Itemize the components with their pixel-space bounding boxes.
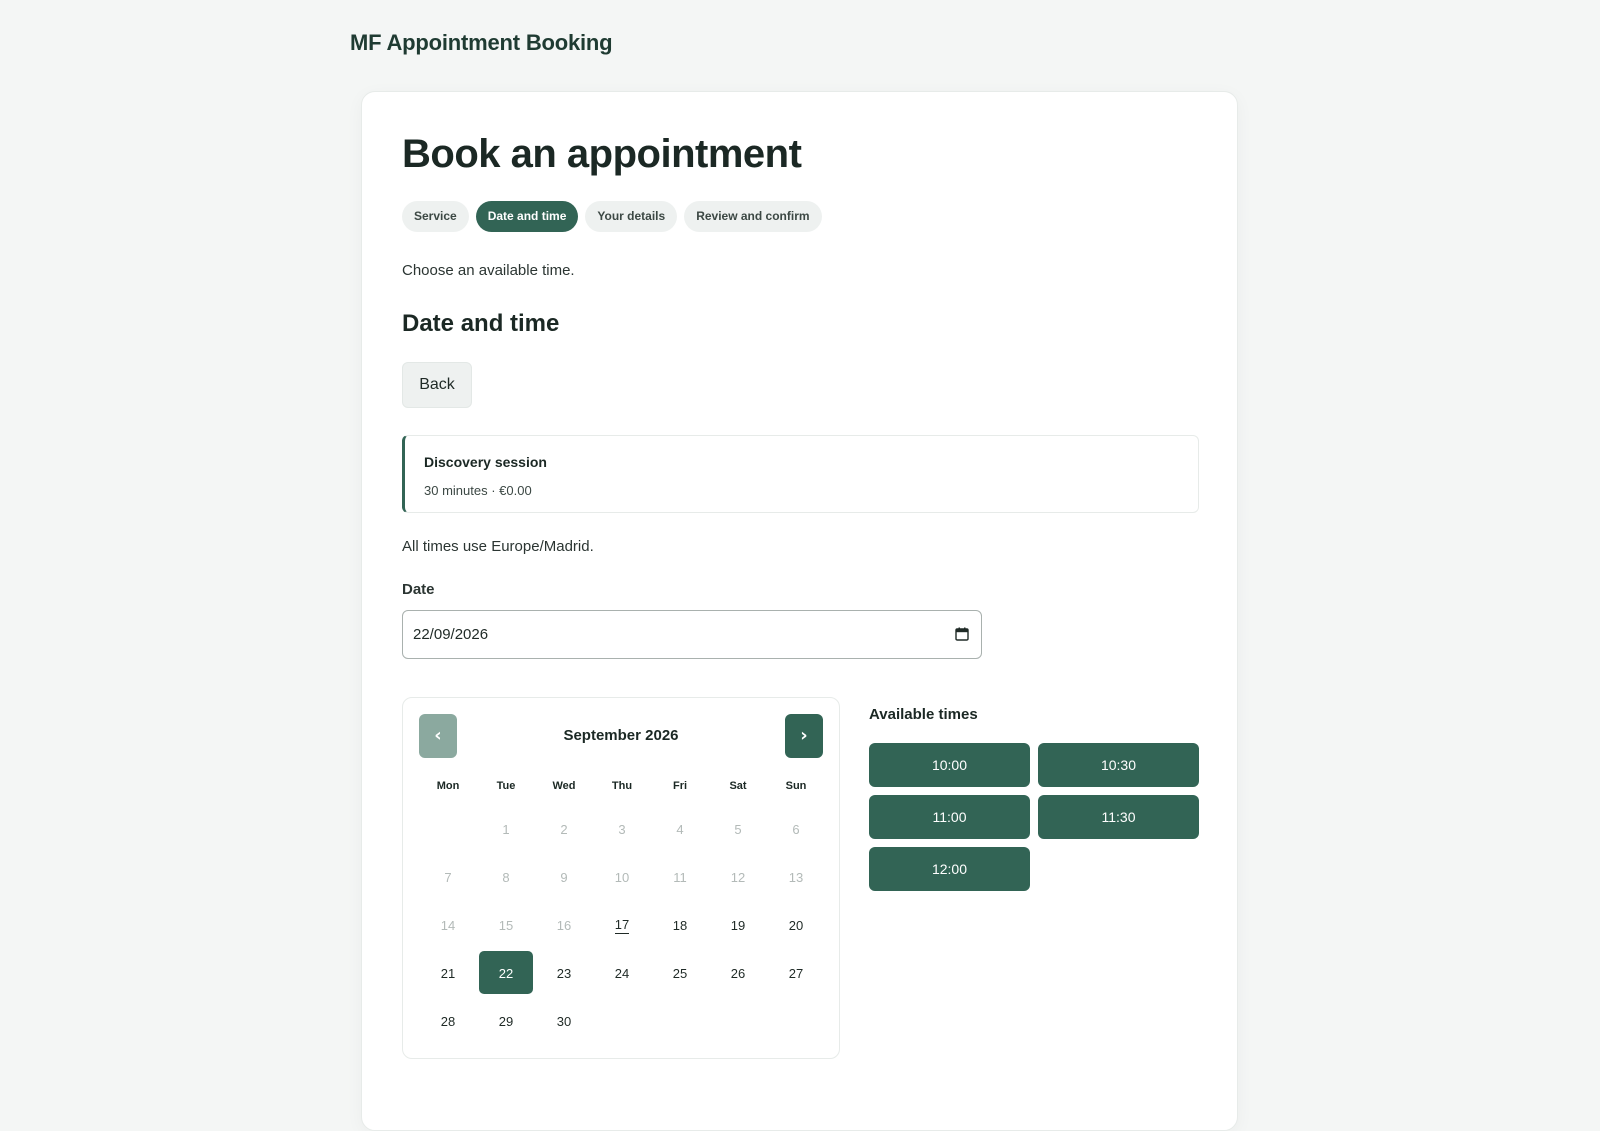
available-times-title: Available times [869,706,978,723]
calendar-day: 6 [767,805,825,853]
calendar-day-selected[interactable]: 22 [477,949,535,997]
timezone-note: All times use Europe/Madrid. [402,538,594,555]
calendar-day[interactable]: 26 [709,949,767,997]
app-brand: MF Appointment Booking [350,30,613,55]
calendar-day[interactable]: 24 [593,949,651,997]
page-title: Book an appointment [402,132,802,176]
calendar-day[interactable]: 25 [651,949,709,997]
calendar-day-label: 11 [673,869,687,885]
calendar-day-label: 26 [730,965,746,981]
calendar-weekday: Fri [672,780,688,792]
calendar-day[interactable]: 29 [477,997,535,1045]
calendar-day-label: 28 [440,1013,456,1029]
time-slot-button[interactable]: 11:00 [869,795,1030,839]
calendar-day[interactable]: 20 [767,901,825,949]
time-slot-button[interactable]: 10:30 [1038,743,1199,787]
calendar-day-label: 21 [440,965,456,981]
calendar-day-label: 30 [556,1013,572,1029]
calendar-weekday: Tue [496,780,516,792]
calendar-day: 4 [651,805,709,853]
section-title: Date and time [402,310,560,337]
calendar-day-label: 15 [498,917,514,933]
step-your-details: Your details [585,201,678,232]
calendar-day: 8 [477,853,535,901]
calendar-weekday: Mon [436,780,460,792]
calendar-day: 9 [535,853,593,901]
date-label: Date [402,581,435,598]
calendar-day[interactable]: 18 [651,901,709,949]
selected-service-summary: Discovery session 30 minutes · €0.00 [402,435,1199,513]
step-review-and-confirm: Review and confirm [684,201,822,232]
calendar-day-label: 4 [676,821,684,837]
calendar-day: 3 [593,805,651,853]
calendar-day[interactable]: 28 [419,997,477,1045]
time-slot-button[interactable]: 10:00 [869,743,1030,787]
calendar-day-label: 10 [614,869,630,885]
step-service: Service [402,201,469,232]
calendar-day: 10 [593,853,651,901]
calendar-day-label: 1 [502,821,510,837]
calendar-day-label: 9 [560,869,568,885]
calendar-weekday: Thu [611,780,633,792]
calendar-day-label: 12 [730,869,746,885]
calendar-day-label: 27 [788,965,804,981]
calendar-day-label: 24 [614,965,630,981]
calendar-month-label: September 2026 [563,727,679,744]
calendar-day: 11 [651,853,709,901]
calendar-empty-cell [419,805,477,853]
calendar: ‹ September 2026 › Mon Tue Wed Thu Fri Sat Sun… [402,697,840,1059]
calendar-day-label: 18 [672,917,688,933]
calendar-day-label: 2 [560,821,568,837]
back-button[interactable]: Back [402,362,472,408]
calendar-day[interactable]: 21 [419,949,477,997]
calendar-day-label: 29 [498,1013,514,1029]
calendar-icon[interactable] [955,627,969,641]
calendar-day-label: 17 [614,916,630,934]
calendar-day: 12 [709,853,767,901]
calendar-day-label: 22 [498,965,514,981]
calendar-day-label: 5 [734,821,742,837]
step-date-and-time: Date and time [475,201,579,232]
calendar-day-label: 8 [502,869,510,885]
calendar-day: 14 [419,901,477,949]
calendar-day-today[interactable]: 17 [593,901,651,949]
calendar-day: 15 [477,901,535,949]
intro-text: Choose an available time. [402,262,575,279]
calendar-day: 7 [419,853,477,901]
date-field[interactable] [402,610,982,659]
calendar-day-label: 14 [440,917,456,933]
next-month-button[interactable]: › [785,714,823,758]
calendar-day: 2 [535,805,593,853]
calendar-day: 13 [767,853,825,901]
calendar-day-label: 23 [556,965,572,981]
calendar-day: 1 [477,805,535,853]
calendar-day-label: 7 [444,869,452,885]
calendar-weekday: Sat [729,780,747,792]
calendar-day: 16 [535,901,593,949]
calendar-day: 5 [709,805,767,853]
calendar-day-label: 25 [672,965,688,981]
calendar-day-label: 6 [792,821,800,837]
calendar-day-label: 13 [788,869,804,885]
calendar-day[interactable]: 23 [535,949,593,997]
calendar-day-label: 20 [788,917,804,933]
calendar-day[interactable]: 19 [709,901,767,949]
calendar-day-label: 3 [618,821,626,837]
calendar-day[interactable]: 27 [767,949,825,997]
calendar-day-label: 16 [556,917,572,933]
booking-card: Book an appointment Service Date and tim… [361,91,1238,1131]
service-meta: 30 minutes · €0.00 [424,483,532,498]
available-times-list: 10:00 10:30 11:00 11:30 12:00 [869,743,1199,891]
calendar-weekday: Wed [552,780,576,792]
step-indicator: Service Date and time Your details Revie… [402,201,822,232]
time-slot-button[interactable]: 12:00 [869,847,1030,891]
time-slot-button[interactable]: 11:30 [1038,795,1199,839]
calendar-weekday: Sun [785,780,807,792]
calendar-weekday-header: Mon Tue Wed Thu Fri Sat Sun [419,780,825,792]
calendar-day-label: 19 [730,917,746,933]
date-input[interactable] [413,611,913,658]
service-name: Discovery session [424,454,547,470]
calendar-day[interactable]: 30 [535,997,593,1045]
calendar-day-grid: 1 2 3 4 5 6 7 8 9 10 11 12 13 14 15 16 17 18 19 20 21 22 23 24 2… [419,805,825,1045]
